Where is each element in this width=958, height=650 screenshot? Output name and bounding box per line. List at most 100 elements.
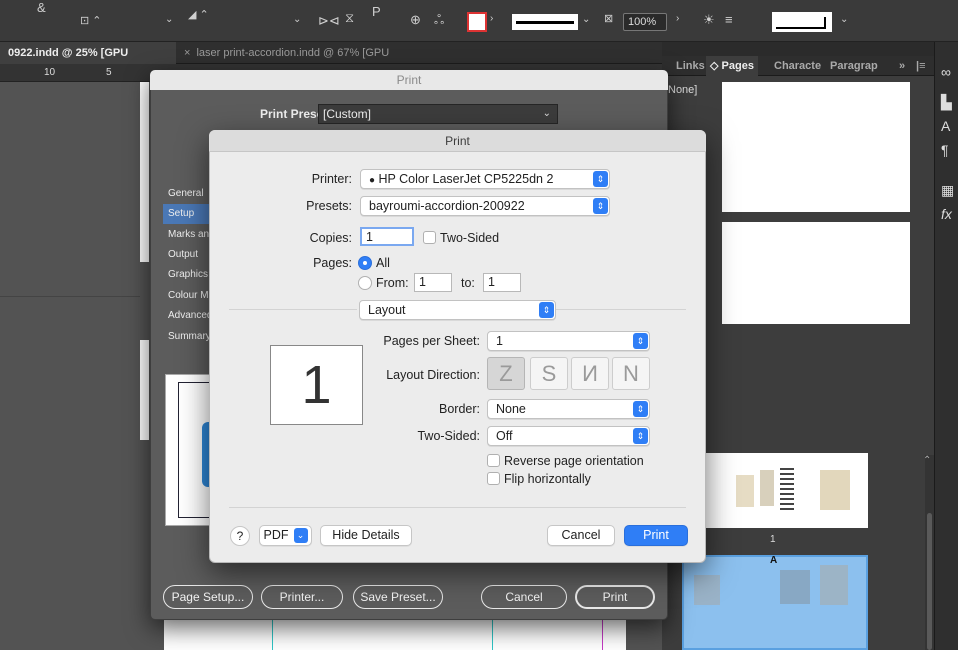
category-colour-management[interactable]: Colour Management	[163, 286, 213, 306]
print-preset-select[interactable]: [Custom] ⌄	[318, 104, 558, 124]
tab-paragraph[interactable]: Paragrap	[826, 56, 882, 76]
copies-input[interactable]: 1	[360, 227, 414, 246]
print-button[interactable]: Print	[575, 585, 655, 609]
tab-pages[interactable]: ◇ Pages	[706, 56, 758, 76]
category-marks-and-bleed[interactable]: Marks and Bleed	[163, 225, 213, 245]
text-p-glyph: P	[372, 4, 381, 19]
scroll-up-icon[interactable]: ⌃	[923, 455, 931, 466]
chevron-updown-icon: ⇕	[593, 171, 608, 187]
table-icon[interactable]: ▦	[941, 182, 954, 199]
flip-horizontally-checkbox[interactable]	[487, 472, 500, 485]
chevron-updown-icon: ⇕	[633, 428, 648, 444]
pages-to-input[interactable]: 1	[483, 273, 521, 292]
master-thumbnail[interactable]	[722, 222, 910, 324]
category-setup[interactable]: Setup	[163, 204, 213, 224]
tab-marker-icon: ◇	[710, 60, 719, 72]
printer-select[interactable]: ● HP Color LaserJet CP5225dn 2 ⇕	[360, 169, 610, 189]
category-advanced[interactable]: Advanced	[163, 306, 213, 326]
tab-document-2[interactable]: ×laser print-accordion.indd @ 67% [GPU P…	[176, 42, 436, 81]
pages-all-radio[interactable]	[358, 256, 372, 270]
chevron-right-icon[interactable]: ›	[676, 13, 679, 24]
hide-details-button[interactable]: Hide Details	[320, 525, 412, 546]
thumbnail-image	[694, 575, 720, 605]
border-label: Border:	[439, 402, 480, 416]
category-output[interactable]: Output	[163, 245, 213, 265]
panel-menu-icon[interactable]: |≡	[912, 56, 930, 76]
pages-per-sheet-value: 1	[496, 334, 503, 348]
pages-range-radio[interactable]	[358, 276, 372, 290]
dropdown-chevron-icon[interactable]: ⌄	[293, 14, 301, 25]
category-general[interactable]: General	[163, 184, 213, 204]
category-summary[interactable]: Summary	[163, 327, 213, 347]
document-page	[140, 340, 149, 440]
panel-scrollbar-thumb[interactable]	[927, 513, 932, 650]
printer-button[interactable]: Printer...	[261, 585, 343, 609]
thumbnail-image	[780, 570, 810, 604]
tab-links[interactable]: Links	[672, 56, 709, 76]
links-icon[interactable]: ∞	[941, 64, 951, 80]
section-divider	[556, 309, 686, 310]
page-setup-button[interactable]: Page Setup...	[163, 585, 253, 609]
category-graphics[interactable]: Graphics	[163, 265, 213, 285]
section-select[interactable]: Layout ⇕	[359, 300, 556, 320]
pdf-label: PDF	[263, 528, 289, 542]
pages-per-sheet-label: Pages per Sheet:	[383, 334, 480, 348]
document-page	[164, 620, 626, 650]
shear-icon[interactable]: ◢ ⌃	[188, 8, 209, 21]
effects-icon[interactable]: ☀	[703, 12, 715, 28]
chevron-updown-icon: ⇕	[633, 401, 648, 417]
border-select[interactable]: None ⇕	[487, 399, 650, 419]
align-icon[interactable]: ⊡ ⌃	[80, 14, 102, 27]
reverse-orientation-label: Reverse page orientation	[504, 454, 644, 468]
dropdown-chevron-icon[interactable]: ⌄	[840, 14, 848, 25]
panel-overflow-icon[interactable]: »	[895, 56, 909, 76]
paragraph-icon[interactable]: ¶	[941, 142, 949, 158]
function-icon[interactable]: fx	[941, 206, 952, 222]
pages-icon[interactable]: ▙	[941, 94, 952, 111]
presets-label: Presets:	[306, 199, 352, 213]
dropdown-chevron-icon[interactable]: ⌄	[165, 14, 173, 25]
fill-swatch[interactable]	[467, 12, 487, 32]
tab-character[interactable]: Characte	[770, 56, 825, 76]
two-sided-checkbox[interactable]	[423, 231, 436, 244]
align-top-icon[interactable]: ≡	[725, 12, 733, 27]
indesign-print-title: Print	[150, 70, 668, 90]
reverse-orientation-checkbox[interactable]	[487, 454, 500, 467]
document-page	[140, 82, 149, 262]
select-container-icon[interactable]: ⊕	[410, 12, 421, 28]
layout-direction-z-button[interactable]: Z	[487, 357, 525, 390]
two-sided-select[interactable]: Off ⇕	[487, 426, 650, 446]
select-content-icon[interactable]: ஃ	[434, 12, 444, 29]
character-icon[interactable]: A	[941, 118, 950, 134]
flip-icon[interactable]: ⊳⊲	[318, 13, 340, 29]
save-preset-button[interactable]: Save Preset...	[353, 585, 443, 609]
layout-direction-s-button[interactable]: S	[530, 357, 568, 390]
pages-per-sheet-select[interactable]: 1 ⇕	[487, 331, 650, 351]
margin-guide	[602, 620, 603, 650]
close-tab-icon[interactable]: ×	[184, 47, 190, 59]
help-button[interactable]: ?	[230, 526, 250, 546]
distribute-icon[interactable]: ⧖	[345, 10, 354, 26]
pages-from-input[interactable]: 1	[414, 273, 452, 292]
thumbnail-image	[760, 470, 774, 506]
presets-select[interactable]: bayroumi-accordion-200922 ⇕	[360, 196, 610, 216]
cancel-button[interactable]: Cancel	[481, 585, 567, 609]
master-thumbnail[interactable]	[722, 82, 910, 212]
mac-cancel-button[interactable]: Cancel	[547, 525, 615, 546]
chevron-updown-icon: ⇕	[593, 198, 608, 214]
master-letter-label: A	[770, 555, 778, 566]
panel-icon-strip: ∞ ▙ A ¶ ▦ fx	[934, 42, 958, 650]
layout-direction-reverse-n-button[interactable]: И	[571, 357, 609, 390]
pdf-menu-button[interactable]: PDF ⌄	[259, 525, 312, 546]
fill-menu-icon[interactable]: ›	[490, 13, 493, 24]
layout-direction-n-button[interactable]: N	[612, 357, 650, 390]
dropdown-chevron-icon[interactable]: ⌄	[582, 14, 590, 25]
corner-preview	[776, 17, 826, 29]
opacity-field[interactable]: 100%	[623, 13, 667, 31]
pages-to-label: to:	[461, 276, 475, 290]
print-preset-value: [Custom]	[323, 107, 372, 121]
stroke-style-preview	[516, 21, 574, 24]
chevron-updown-icon: ⇕	[633, 333, 648, 349]
mac-print-button[interactable]: Print	[624, 525, 688, 546]
tab-document-1[interactable]: 0922.indd @ 25% [GPU Preview]	[0, 42, 176, 81]
